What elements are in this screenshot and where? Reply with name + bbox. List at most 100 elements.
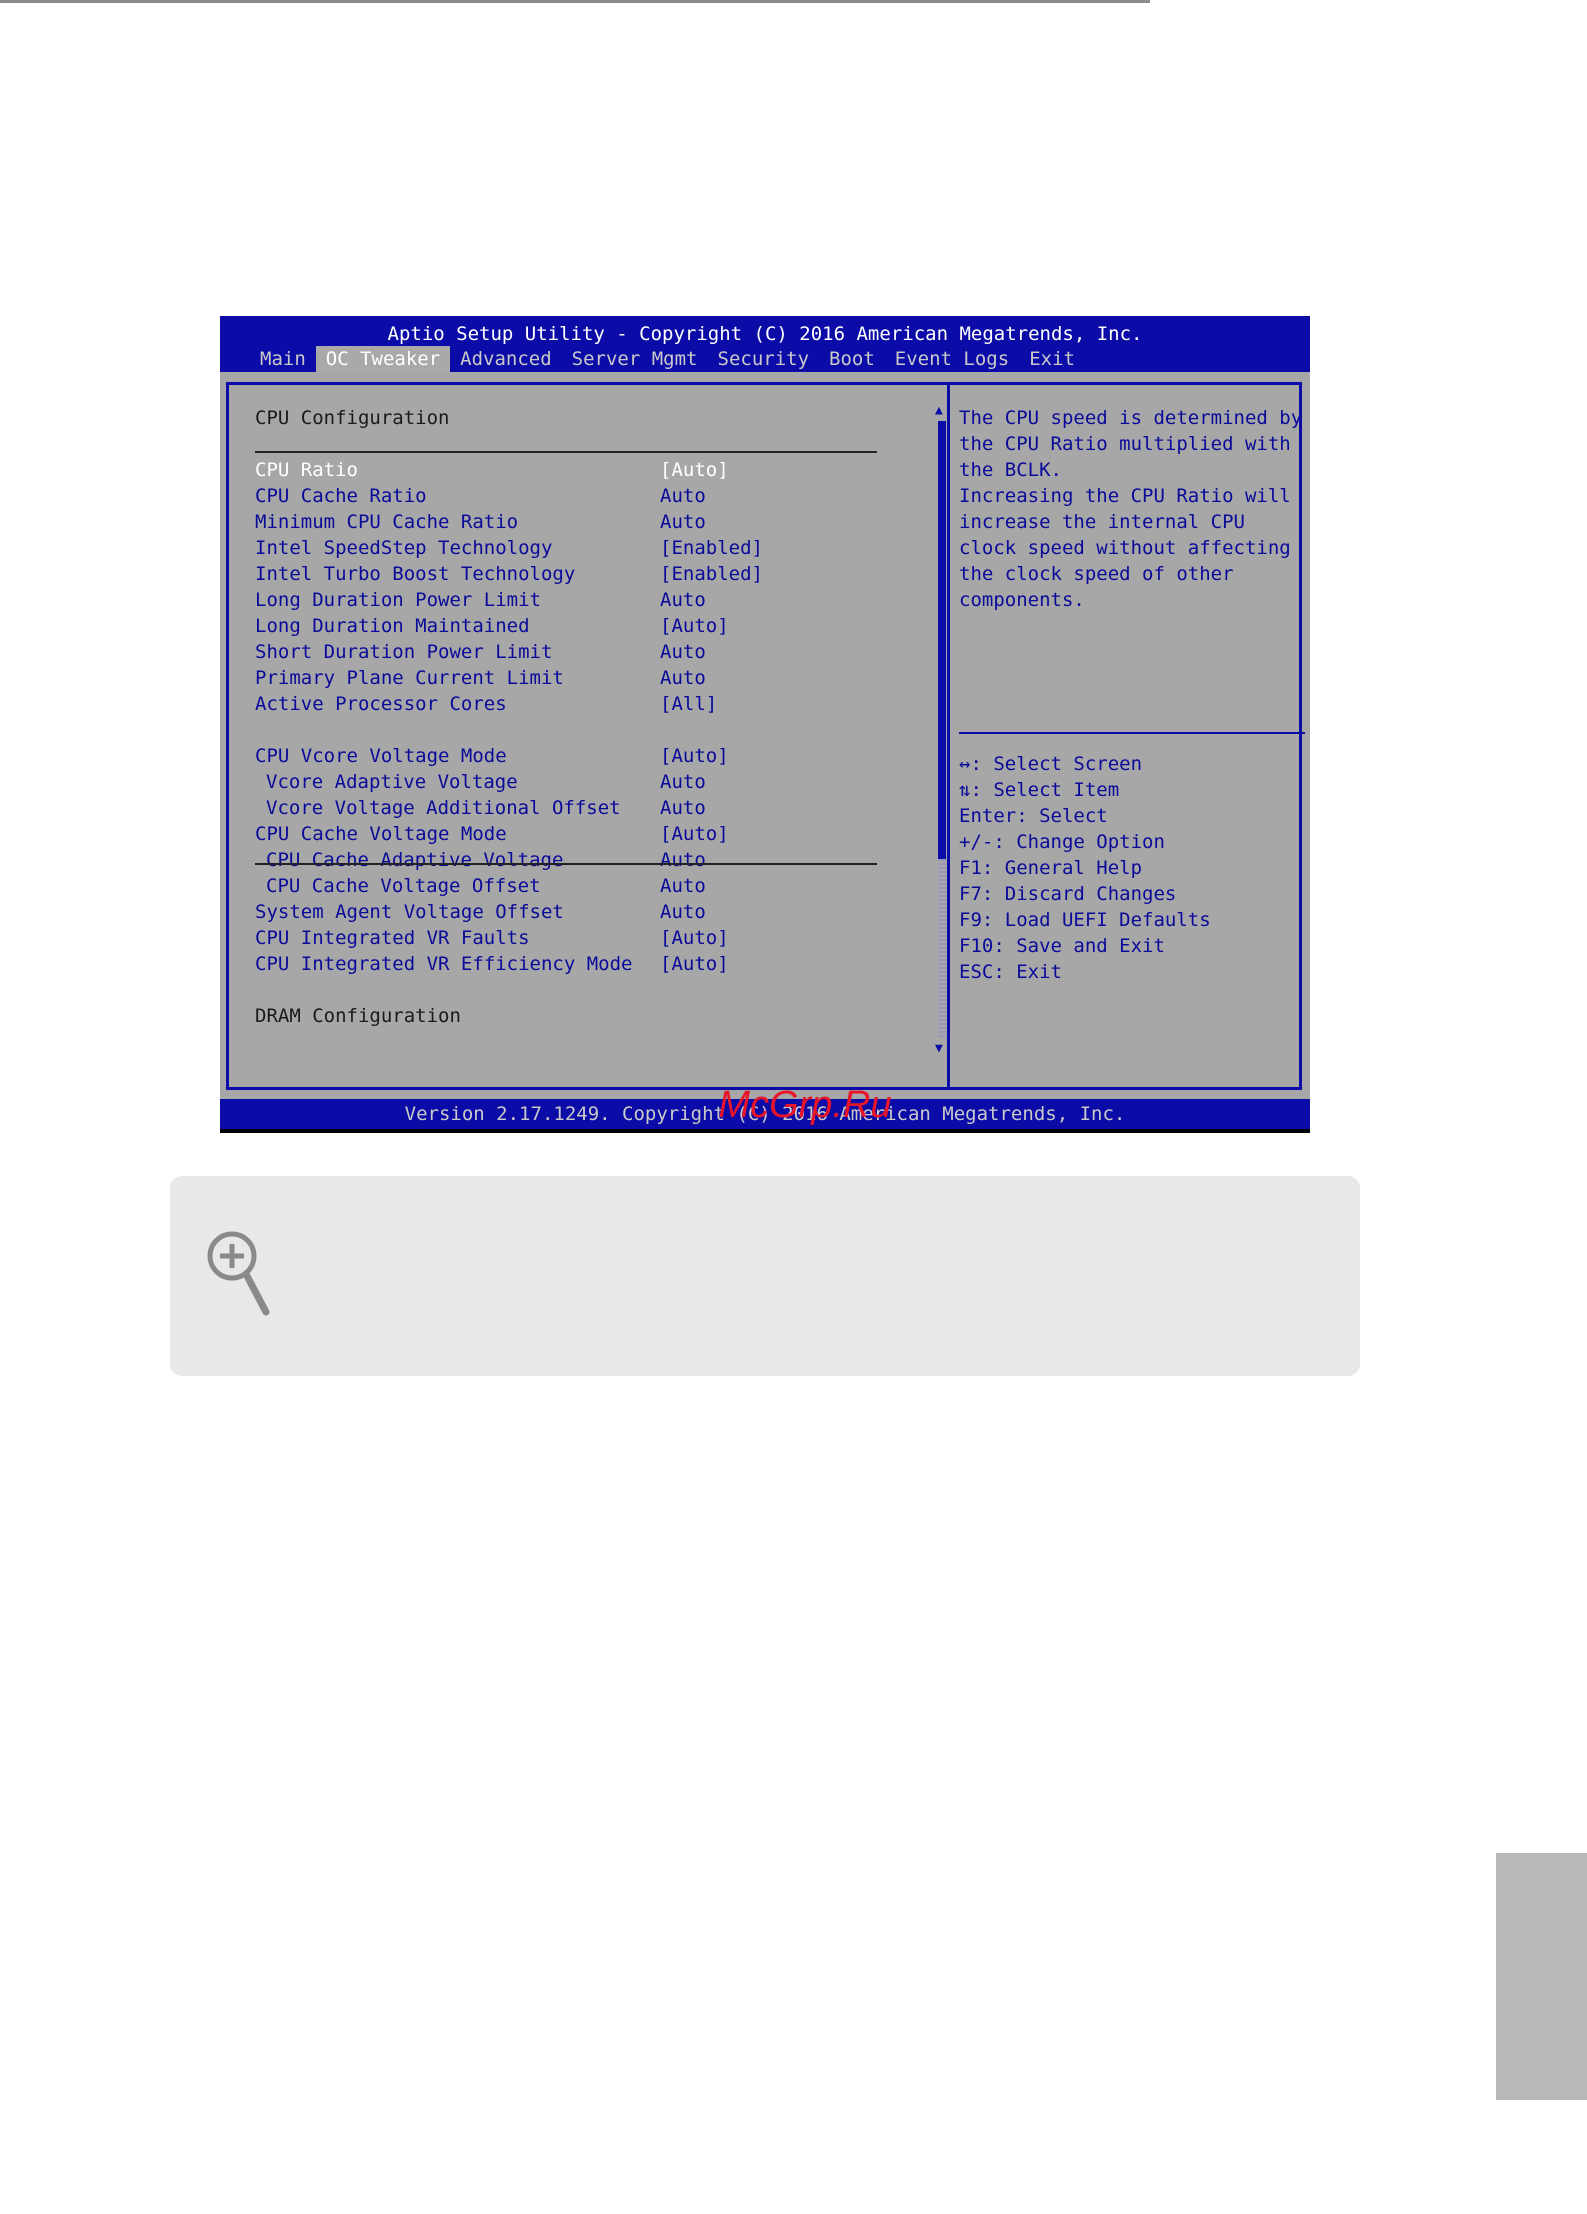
option-row-cpu-integrated-vr-faults[interactable]: CPU Integrated VR Faults [Auto]: [255, 925, 915, 951]
key-legend-item: Enter: Select: [959, 805, 1108, 827]
option-row-primary-plane-current-limit[interactable]: Primary Plane Current Limit Auto: [255, 665, 915, 691]
menu-tab-boot[interactable]: Boot: [819, 346, 885, 372]
option-row-system-agent-voltage-offset[interactable]: System Agent Voltage Offset Auto: [255, 899, 915, 925]
option-label[interactable]: CPU Integrated VR Faults: [255, 925, 530, 951]
key-legend-item: F1: General Help: [959, 857, 1143, 879]
scrollbar-thumb[interactable]: [938, 421, 946, 859]
option-row-cpu-ratio[interactable]: CPU Ratio [Auto]: [255, 457, 915, 483]
option-value[interactable]: Auto: [660, 509, 706, 535]
watermark-text: McGrp.Ru: [718, 1084, 892, 1126]
option-value[interactable]: Auto: [660, 483, 706, 509]
option-label[interactable]: CPU Cache Voltage Offset: [266, 873, 541, 899]
help-text-line: clock speed without affecting: [959, 537, 1291, 559]
option-value[interactable]: [Auto]: [660, 951, 729, 977]
key-legend-item: ESC: Exit: [959, 961, 1062, 983]
key-legend-item: ⇅: Select Item: [959, 779, 1120, 801]
option-value[interactable]: [Enabled]: [660, 561, 763, 587]
option-label[interactable]: System Agent Voltage Offset: [255, 899, 564, 925]
bios-footer: Version 2.17.1249. Copyright (C) 2016 Am…: [220, 1085, 1310, 1129]
help-text-line: The CPU speed is determined by: [959, 407, 1303, 429]
zoom-in-icon: [207, 1231, 270, 1316]
help-text-line: the clock speed of other: [959, 563, 1234, 585]
option-label[interactable]: CPU Integrated VR Efficiency Mode: [255, 951, 633, 977]
option-label[interactable]: Primary Plane Current Limit: [255, 665, 564, 691]
option-value[interactable]: [Auto]: [660, 457, 729, 483]
option-label[interactable]: CPU Cache Adaptive Voltage: [266, 847, 563, 873]
option-row-cpu-cache-voltage-offset[interactable]: CPU Cache Voltage Offset Auto: [255, 873, 915, 899]
key-legend-item: ↔: Select Screen: [959, 753, 1143, 775]
option-value[interactable]: [All]: [660, 691, 717, 717]
option-label[interactable]: Vcore Voltage Additional Offset: [266, 795, 621, 821]
option-label[interactable]: Minimum CPU Cache Ratio: [255, 509, 518, 535]
menu-tab-event-logs[interactable]: Event Logs: [885, 346, 1019, 372]
option-value[interactable]: Auto: [660, 639, 706, 665]
option-row-minimum-cpu-cache-ratio[interactable]: Minimum CPU Cache Ratio Auto: [255, 509, 915, 535]
option-value[interactable]: Auto: [660, 769, 706, 795]
option-label[interactable]: Long Duration Power Limit: [255, 587, 541, 613]
option-label[interactable]: Active Processor Cores: [255, 691, 507, 717]
help-text-line: the BCLK.: [959, 459, 1062, 481]
option-row-long-duration-maintained[interactable]: Long Duration Maintained [Auto]: [255, 613, 915, 639]
section-title-cpu: CPU Configuration: [255, 407, 450, 429]
option-value[interactable]: [Auto]: [660, 613, 729, 639]
help-text-line: components.: [959, 589, 1085, 611]
option-value[interactable]: [Auto]: [660, 743, 729, 769]
scroll-up-arrow-icon[interactable]: ▲: [935, 403, 943, 419]
section-title-dram: DRAM Configuration: [255, 1005, 461, 1027]
key-legend-item: F7: Discard Changes: [959, 883, 1177, 905]
help-divider: [959, 732, 1305, 734]
option-label[interactable]: CPU Cache Voltage Mode: [255, 821, 507, 847]
option-value[interactable]: [Auto]: [660, 821, 729, 847]
option-label[interactable]: CPU Ratio: [255, 457, 358, 483]
bios-screen: Aptio Setup Utility - Copyright (C) 2016…: [220, 316, 1310, 1133]
option-row-active-processor-cores[interactable]: Active Processor Cores [All]: [255, 691, 915, 717]
option-row-intel-turbo-boost-technology[interactable]: Intel Turbo Boost Technology [Enabled]: [255, 561, 915, 587]
menu-tab-main[interactable]: Main: [250, 346, 316, 372]
menu-tab-oc-tweaker[interactable]: OC Tweaker: [315, 346, 451, 372]
option-value[interactable]: [Enabled]: [660, 535, 763, 561]
menu-tab-security[interactable]: Security: [708, 346, 820, 372]
option-row-cpu-cache-ratio[interactable]: CPU Cache Ratio Auto: [255, 483, 915, 509]
option-value[interactable]: Auto: [660, 873, 706, 899]
option-row-vcore-adaptive-voltage[interactable]: Vcore Adaptive Voltage Auto: [255, 769, 915, 795]
option-row-cpu-cache-adaptive-voltage[interactable]: CPU Cache Adaptive Voltage Auto: [255, 847, 915, 873]
option-value[interactable]: [Auto]: [660, 925, 729, 951]
option-value[interactable]: Auto: [660, 665, 706, 691]
option-value[interactable]: Auto: [660, 847, 706, 873]
option-row-intel-speedstep-technology[interactable]: Intel SpeedStep Technology [Enabled]: [255, 535, 915, 561]
page-side-tab: [1496, 1853, 1587, 2100]
option-value[interactable]: Auto: [660, 587, 706, 613]
menu-tab-exit[interactable]: Exit: [1019, 346, 1085, 372]
key-legend-item: +/-: Change Option: [959, 831, 1165, 853]
bios-titlebar: Aptio Setup Utility - Copyright (C) 2016…: [220, 316, 1310, 372]
option-row-cpu-cache-voltage-mode[interactable]: CPU Cache Voltage Mode [Auto]: [255, 821, 915, 847]
option-value[interactable]: Auto: [660, 899, 706, 925]
option-label[interactable]: Vcore Adaptive Voltage: [266, 769, 518, 795]
options-pane: CPU Configuration CPU Ratio [Auto] CPU Cac…: [255, 405, 915, 1029]
menu-tab-advanced[interactable]: Advanced: [450, 346, 562, 372]
pane-divider: [947, 385, 950, 1087]
option-row-long-duration-power-limit[interactable]: Long Duration Power Limit Auto: [255, 587, 915, 613]
option-label[interactable]: CPU Vcore Voltage Mode: [255, 743, 507, 769]
bios-frame: CPU Configuration CPU Ratio [Auto] CPU Cac…: [226, 382, 1305, 1090]
option-row-short-duration-power-limit[interactable]: Short Duration Power Limit Auto: [255, 639, 915, 665]
section-divider-cpu: [255, 451, 877, 453]
option-label[interactable]: Short Duration Power Limit: [255, 639, 552, 665]
menu-tab-server-mgmt[interactable]: Server Mgmt: [562, 346, 708, 372]
option-row-cpu-integrated-vr-efficiency-mode[interactable]: CPU Integrated VR Efficiency Mode [Auto]: [255, 951, 915, 977]
key-legend-item: F10: Save and Exit: [959, 935, 1165, 957]
option-value[interactable]: Auto: [660, 795, 706, 821]
option-row-cpu-vcore-voltage-mode[interactable]: CPU Vcore Voltage Mode [Auto]: [255, 743, 915, 769]
option-label[interactable]: Long Duration Maintained: [255, 613, 530, 639]
option-label[interactable]: CPU Cache Ratio: [255, 483, 427, 509]
option-label[interactable]: Intel SpeedStep Technology: [255, 535, 552, 561]
page-top-rule: [0, 0, 1150, 3]
option-row-vcore-voltage-additional-offset[interactable]: Vcore Voltage Additional Offset Auto: [255, 795, 915, 821]
bios-title: Aptio Setup Utility - Copyright (C) 2016…: [387, 323, 1143, 345]
section-divider-dram: [255, 863, 877, 865]
scroll-down-arrow-icon[interactable]: ▼: [935, 1041, 943, 1057]
option-label[interactable]: Intel Turbo Boost Technology: [255, 561, 575, 587]
